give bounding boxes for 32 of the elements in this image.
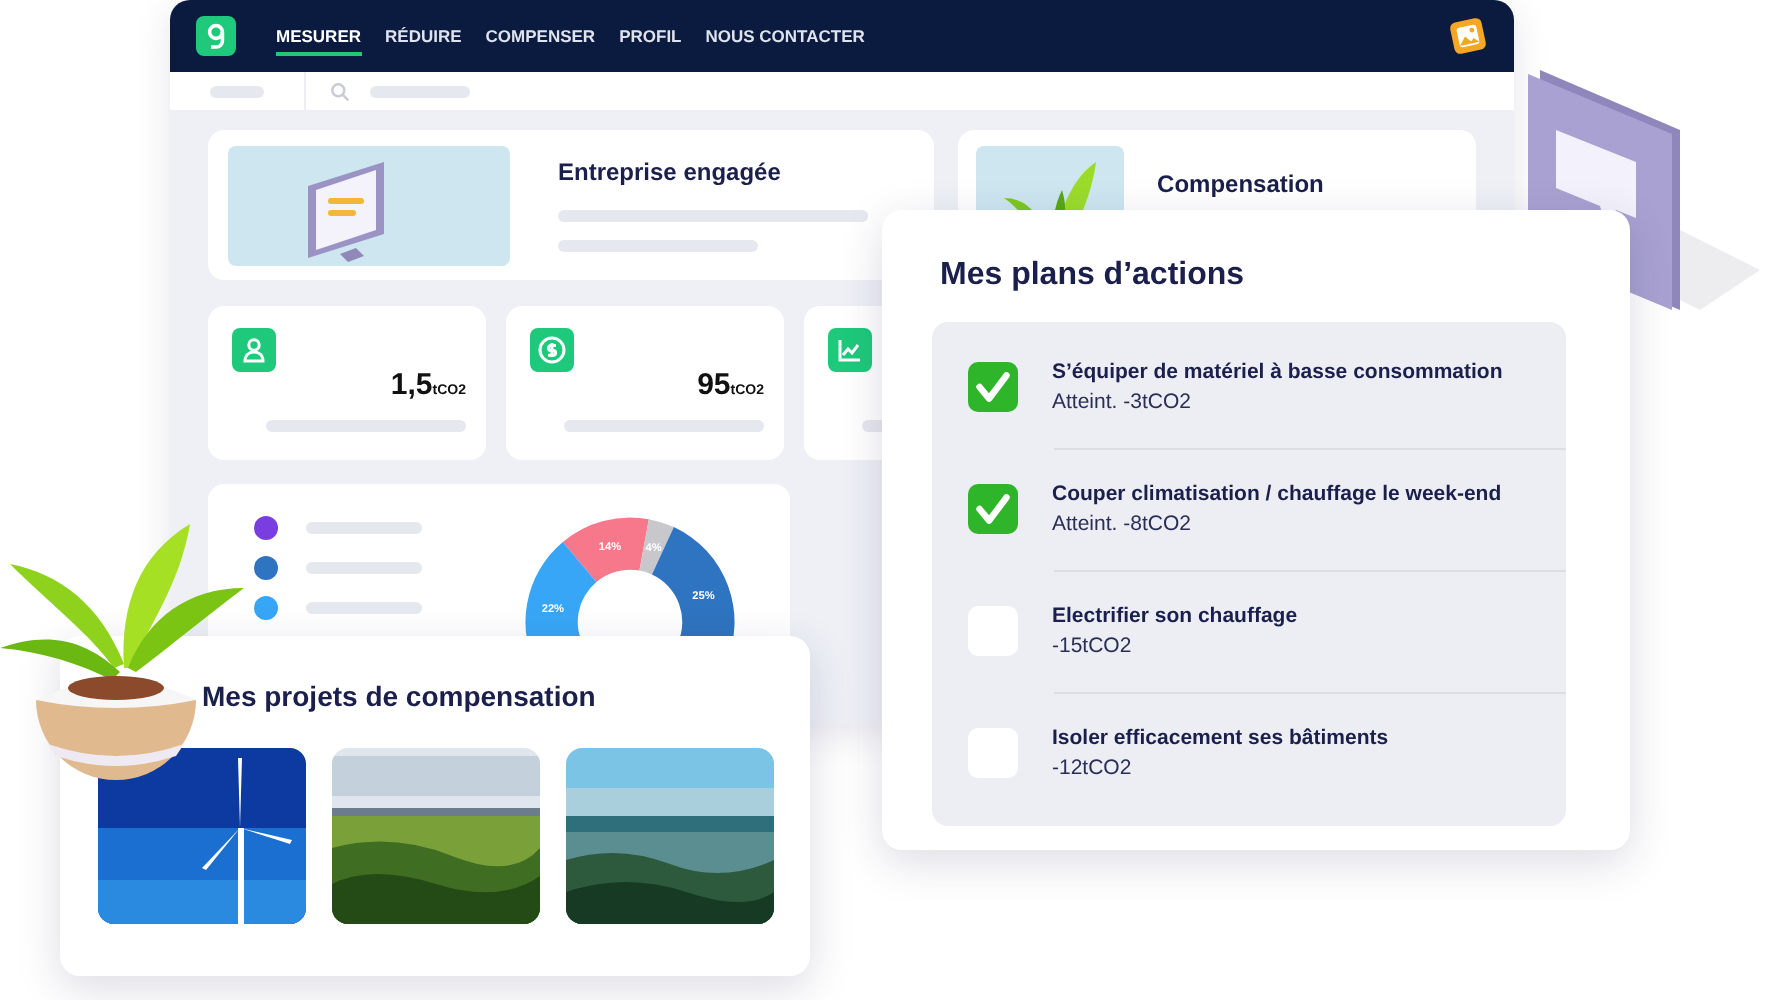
user-icon: [232, 328, 276, 372]
action-detail: -15tCO2: [1052, 634, 1134, 658]
action-title: S’équiper de matériel à basse consommation: [1052, 360, 1503, 384]
placeholder-bar: [370, 85, 470, 97]
nav-tab[interactable]: NOUS CONTACTER: [705, 17, 865, 55]
action-title: Electrifier son chauffage: [1052, 604, 1298, 628]
checkbox[interactable]: [968, 362, 1018, 412]
placeholder-bar: [210, 85, 264, 97]
search-icon[interactable]: [330, 81, 350, 101]
checkbox[interactable]: [968, 484, 1018, 534]
action-detail: -12tCO2: [1052, 756, 1134, 780]
action-title: Isoler efficacement ses bâtiments: [1052, 726, 1389, 750]
placeholder-bar: [306, 602, 422, 614]
dollar-icon: [530, 328, 574, 372]
chart-icon: [828, 328, 872, 372]
placeholder-bar: [306, 562, 422, 574]
action-detail: Atteint. -3tCO2: [1052, 390, 1193, 414]
stat-value: 95: [697, 368, 731, 402]
stat-value: 1,5: [390, 368, 433, 402]
nav-tab[interactable]: MESURER: [276, 17, 362, 55]
nav-tab[interactable]: COMPENSER: [485, 17, 596, 55]
placeholder-bar: [306, 522, 422, 534]
card-title: Entreprise engagée: [558, 158, 783, 186]
image-icon[interactable]: [1448, 16, 1488, 56]
action-title: Couper climatisation / chauffage le week-end: [1052, 482, 1502, 506]
card-title: Mes plans d’actions: [940, 258, 1247, 294]
action-detail: Atteint. -8tCO2: [1052, 512, 1193, 536]
card-title: Mes projets de compensation: [202, 680, 598, 712]
nav-tab[interactable]: RÉDUIRE: [385, 17, 462, 55]
card-title: Compensation: [1157, 170, 1324, 198]
logo-icon: [196, 16, 236, 56]
nav-tab[interactable]: PROFIL: [619, 17, 682, 55]
